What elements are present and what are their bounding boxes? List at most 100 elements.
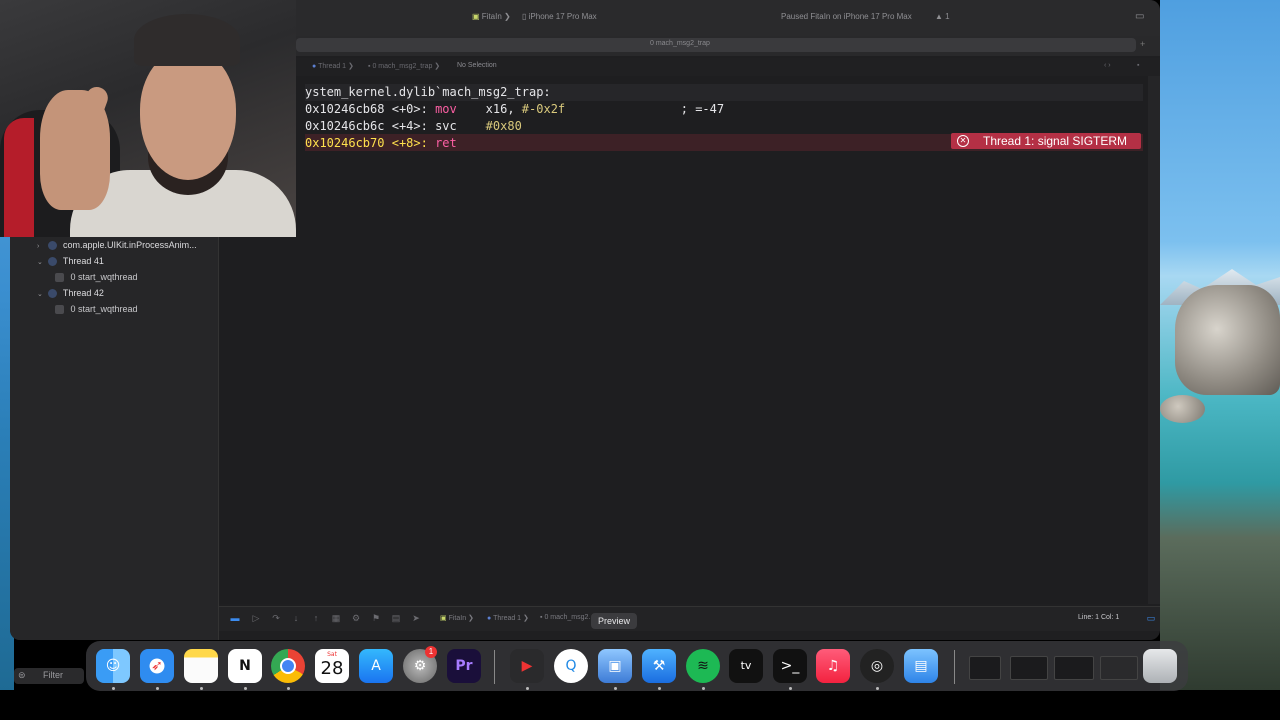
editor-scrollbar[interactable] bbox=[1148, 76, 1160, 604]
debugbar-crumb-frame[interactable]: ▪ 0 mach_msg2... bbox=[540, 614, 594, 621]
nav-row-label: 0 start_wqthread bbox=[70, 304, 138, 314]
device-selector[interactable]: ▯ iPhone 17 Pro Max bbox=[522, 12, 597, 21]
premiere-icon[interactable]: Pr bbox=[447, 649, 481, 683]
device-icon: ▯ bbox=[522, 12, 527, 21]
webcam-face bbox=[140, 50, 236, 180]
code-line: 0x10246cb6c <+4>: svc #0x80 bbox=[305, 118, 522, 135]
running-indicator bbox=[244, 687, 247, 690]
source-editor[interactable]: ystem_kernel.dylib`mach_msg2_trap: 0x102… bbox=[219, 76, 1149, 604]
view-hierarchy-icon[interactable]: ▦ bbox=[331, 613, 341, 623]
inspector-toggle-icon[interactable]: ▭ bbox=[1135, 11, 1144, 22]
error-annotation-label: Thread 1: signal SIGTERM bbox=[983, 134, 1128, 148]
step-into-icon[interactable]: ↓ bbox=[291, 613, 301, 623]
minimized-window[interactable] bbox=[1100, 656, 1138, 680]
error-annotation[interactable]: ✕ Thread 1: signal SIGTERM bbox=[951, 133, 1141, 149]
running-indicator bbox=[658, 687, 661, 690]
nav-frame-row[interactable]: 0 start_wqthread bbox=[55, 304, 138, 315]
apple-tv-label: tv bbox=[740, 659, 752, 672]
nav-row-label: com.apple.UIKit.inProcessAnim... bbox=[63, 240, 197, 250]
chevron-down-icon: ⌄ bbox=[37, 259, 43, 266]
nav-queue-row[interactable]: › com.apple.UIKit.inProcessAnim... bbox=[37, 240, 197, 251]
code-address: 0x10246cb70 bbox=[305, 136, 385, 150]
frame-icon bbox=[55, 273, 64, 283]
apple-tv-icon[interactable]: tv bbox=[729, 649, 763, 683]
jumpbar-frame[interactable]: ▪ 0 mach_msg2_trap ❯ bbox=[368, 62, 440, 70]
obs-icon[interactable]: ◎ bbox=[860, 649, 894, 683]
calendar-icon[interactable]: Sat 28 bbox=[315, 649, 349, 683]
chevron-down-icon: ⌄ bbox=[37, 291, 43, 298]
xcode-icon[interactable]: ⚒ bbox=[642, 649, 676, 683]
music-icon[interactable]: ♫ bbox=[816, 649, 850, 683]
nav-thread-41[interactable]: ⌄ Thread 41 bbox=[37, 256, 104, 267]
chevron-right-icon: › bbox=[37, 243, 40, 250]
thread-icon: ● bbox=[487, 615, 492, 622]
dock-separator bbox=[494, 650, 495, 684]
app-store-icon[interactable]: A bbox=[359, 649, 393, 683]
trash-icon[interactable] bbox=[1143, 649, 1177, 683]
code-opcode: ret bbox=[435, 136, 457, 150]
nav-back-forward-icon[interactable]: ‹ › bbox=[1104, 62, 1111, 69]
memory-graph-icon[interactable]: ⚙ bbox=[351, 613, 361, 623]
location-icon[interactable]: ➤ bbox=[411, 613, 421, 623]
nav-row-label: Thread 42 bbox=[62, 288, 104, 298]
finder-window-icon[interactable]: ▤ bbox=[904, 649, 938, 683]
warning-count: 1 bbox=[945, 12, 950, 21]
chrome-icon[interactable] bbox=[271, 649, 305, 683]
terminal-icon[interactable]: >_ bbox=[773, 649, 807, 683]
minimized-window[interactable] bbox=[1054, 656, 1094, 680]
jumpbar-thread-label: Thread 1 bbox=[318, 63, 347, 70]
related-items-icon[interactable]: ▪ bbox=[1137, 62, 1139, 69]
safari-icon[interactable]: ➶ bbox=[140, 649, 174, 683]
running-indicator bbox=[287, 687, 290, 690]
minimized-window[interactable] bbox=[969, 656, 1001, 680]
running-indicator bbox=[614, 687, 617, 690]
notion-icon[interactable]: N bbox=[228, 649, 262, 683]
debugbar-crumb-scheme[interactable]: ▣ FitaIn ❯ bbox=[440, 614, 474, 622]
code-args: x16, #-0x2f bbox=[485, 102, 566, 116]
jumpbar-thread[interactable]: ● Thread 1 ❯ bbox=[312, 62, 354, 70]
code-opcode: svc bbox=[435, 119, 457, 133]
nav-frame-row[interactable]: 0 start_wqthread bbox=[55, 272, 138, 283]
notes-icon[interactable] bbox=[184, 649, 218, 683]
nav-thread-42[interactable]: ⌄ Thread 42 bbox=[37, 288, 104, 299]
calendar-day: 28 bbox=[320, 658, 344, 679]
jumpbar-frame-label: 0 mach_msg2_trap bbox=[372, 63, 433, 70]
quicktime-icon[interactable]: Q bbox=[554, 649, 588, 683]
line-column-indicator: Line: 1 Col: 1 bbox=[1078, 614, 1120, 621]
spotify-icon[interactable]: ≋ bbox=[686, 649, 720, 683]
scheme-icon: ▣ bbox=[440, 615, 447, 622]
calendar-month: Sat bbox=[327, 651, 337, 658]
nav-row-label: 0 start_wqthread bbox=[70, 272, 138, 282]
running-indicator bbox=[112, 687, 115, 690]
preview-icon[interactable]: ▣ bbox=[598, 649, 632, 683]
step-out-icon[interactable]: ↑ bbox=[311, 613, 321, 623]
webcam-cap bbox=[134, 14, 240, 66]
navigator-filter[interactable]: ⊜ Filter bbox=[14, 668, 84, 684]
wallpaper-rock bbox=[1175, 285, 1280, 395]
warning-icon: ▲ bbox=[935, 12, 943, 21]
environment-overrides-icon[interactable]: ⚑ bbox=[371, 613, 381, 623]
breakpoints-toggle-icon[interactable]: ▬ bbox=[230, 613, 240, 623]
console-toggle-icon[interactable]: ▭ bbox=[1146, 613, 1156, 623]
device-label: iPhone 17 Pro Max bbox=[528, 12, 597, 21]
continue-icon[interactable]: ▷ bbox=[251, 613, 261, 623]
step-over-icon[interactable]: ↷ bbox=[271, 613, 281, 623]
warnings-indicator[interactable]: ▲ 1 bbox=[935, 12, 950, 21]
add-tab-icon[interactable]: + bbox=[1140, 39, 1145, 49]
minimized-window[interactable] bbox=[1010, 656, 1048, 680]
simulate-location-icon[interactable]: ▤ bbox=[391, 613, 401, 623]
filter-placeholder: Filter bbox=[43, 670, 63, 680]
error-circle-icon: ✕ bbox=[957, 135, 969, 147]
tab-mach-msg2-trap[interactable] bbox=[296, 38, 1136, 52]
webcam-overlay bbox=[0, 0, 296, 237]
running-indicator bbox=[156, 687, 159, 690]
debugbar-crumb-thread[interactable]: ● Thread 1 ❯ bbox=[487, 614, 529, 622]
scheme-selector[interactable]: ▣ FitaIn ❯ bbox=[472, 12, 511, 21]
tab-label: 0 mach_msg2_trap bbox=[650, 40, 710, 47]
code-address: 0x10246cb68 bbox=[305, 102, 385, 116]
screen-recorder-icon[interactable]: ▶ bbox=[510, 649, 544, 683]
frame-icon bbox=[55, 305, 64, 315]
finder-icon[interactable]: ☺ bbox=[96, 649, 130, 683]
queue-icon bbox=[47, 241, 57, 251]
scheme-label: FitaIn bbox=[481, 12, 502, 21]
